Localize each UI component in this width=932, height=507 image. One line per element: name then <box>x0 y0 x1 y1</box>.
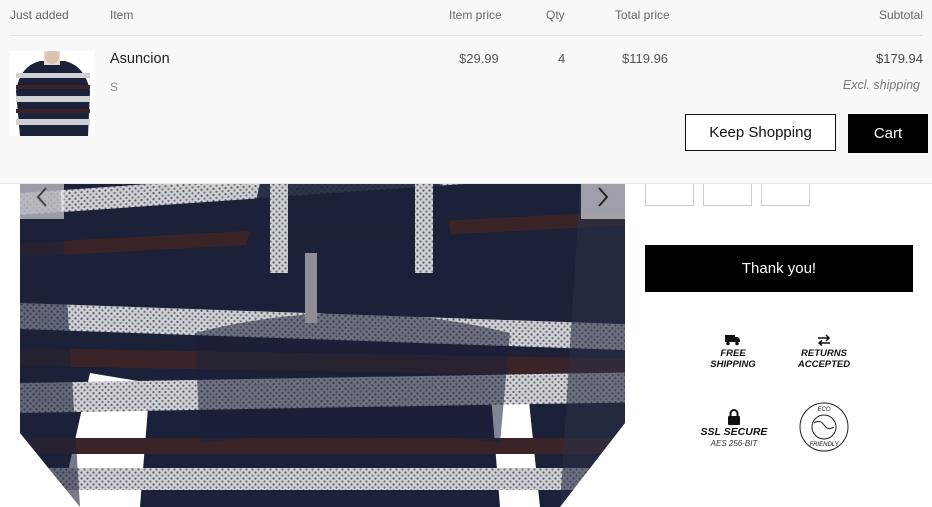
header-item: Item <box>110 8 134 22</box>
cart-item-price: $29.99 <box>459 51 499 66</box>
shipping-note: Excl. shipping <box>842 78 920 92</box>
cart-item-thumbnail[interactable] <box>10 51 95 136</box>
qty-increase-button[interactable] <box>761 184 810 206</box>
truck-icon <box>725 335 740 346</box>
ssl-secure-badge: SSL SECURE AES 256-BIT <box>698 409 770 449</box>
free-shipping-line2: SHIPPING <box>710 359 756 370</box>
qty-decrease-button[interactable] <box>645 184 694 206</box>
header-total-price: Total price <box>615 8 670 22</box>
thank-you-button[interactable]: Thank you! <box>645 245 913 292</box>
lock-icon <box>728 409 740 425</box>
chevron-right-icon <box>598 187 609 207</box>
free-shipping-badge: FREE SHIPPING <box>700 334 766 370</box>
header-divider <box>10 35 923 36</box>
poncho-illustration <box>20 183 625 507</box>
product-image <box>20 183 625 507</box>
eco-friendly-badge: ECO FRIENDLY <box>798 401 850 453</box>
cart-item-qty: 4 <box>558 51 566 66</box>
thank-you-label: Thank you! <box>741 260 817 277</box>
returns-line2: ACCEPTED <box>797 359 851 370</box>
cart-item-variant: S <box>110 80 119 94</box>
keep-shopping-label: Keep Shopping <box>709 124 812 141</box>
keep-shopping-button[interactable]: Keep Shopping <box>685 114 836 151</box>
header-item-price: Item price <box>449 8 502 22</box>
cart-drawer: Just added Item Item price Qty Total pri… <box>0 0 932 184</box>
ssl-label: SSL SECURE <box>700 426 768 438</box>
eco-bottom-label: FRIENDLY <box>809 442 839 448</box>
cart-item-name[interactable]: Asuncion <box>110 51 170 67</box>
swap-arrows-icon <box>817 334 831 346</box>
cart-subtotal: $179.94 <box>876 51 923 66</box>
header-just-added: Just added <box>10 8 69 22</box>
chevron-left-icon <box>36 187 47 207</box>
cart-button[interactable]: Cart <box>848 114 928 153</box>
qty-value-field[interactable] <box>703 184 752 206</box>
cart-button-label: Cart <box>873 125 903 142</box>
header-qty: Qty <box>546 8 565 22</box>
eco-top-label: ECO <box>817 407 831 413</box>
free-shipping-line1: FREE <box>720 348 746 359</box>
header-subtotal: Subtotal <box>878 8 923 22</box>
cart-item-total-price: $119.96 <box>622 51 669 66</box>
returns-line1: RETURNS <box>801 348 847 359</box>
ssl-sub-label: AES 256-BIT <box>710 439 758 448</box>
returns-badge: RETURNS ACCEPTED <box>792 334 856 370</box>
poncho-thumbnail <box>10 51 95 136</box>
